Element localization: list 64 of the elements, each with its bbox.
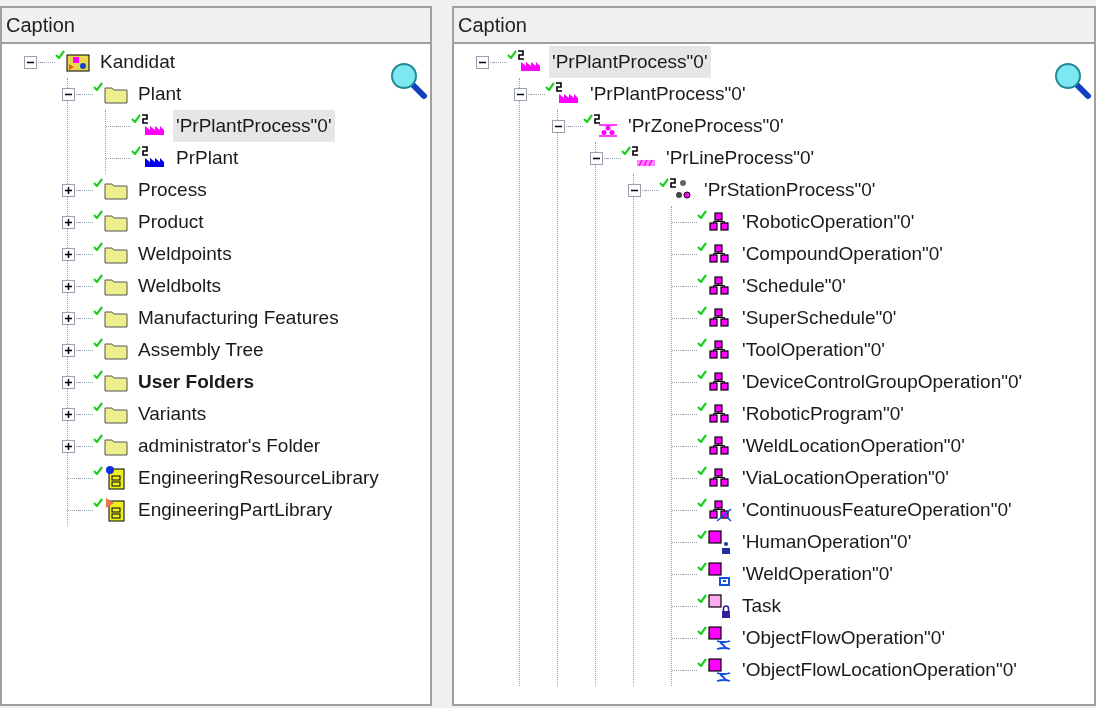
collapse-button[interactable] (627, 183, 641, 197)
tree-item[interactable]: Kandidat (97, 45, 178, 79)
plus-icon (63, 281, 73, 291)
expand-button[interactable] (61, 375, 75, 389)
plus-icon (63, 313, 73, 323)
search-icon[interactable] (1052, 60, 1092, 100)
collapse-button[interactable] (475, 55, 489, 69)
plus-icon (63, 377, 73, 387)
collapse-button[interactable] (551, 119, 565, 133)
plus-icon (63, 249, 73, 259)
collapse-button[interactable] (61, 87, 75, 101)
plus-icon (63, 217, 73, 227)
tree-item[interactable]: 'DeviceControlGroupOperation"0' (739, 365, 1026, 399)
expand-button[interactable] (61, 311, 75, 325)
tree-item[interactable]: 'PrLineProcess"0' (663, 141, 818, 175)
collapse-button[interactable] (23, 55, 37, 69)
tree-item[interactable]: 'CompoundOperation"0' (739, 237, 946, 271)
tree-item[interactable]: 'PrPlantProcess"0' (549, 45, 711, 79)
tree-item[interactable]: 'RoboticProgram"0' (739, 397, 907, 431)
tree-item[interactable]: Product (135, 205, 207, 239)
tree-item[interactable]: 'ObjectFlowLocationOperation"0' (739, 653, 1020, 687)
tree-item[interactable]: User Folders (135, 365, 258, 399)
plus-icon (63, 345, 73, 355)
tree-item[interactable]: 'ViaLocationOperation"0' (739, 461, 952, 495)
tree-item[interactable]: PrPlant (173, 141, 242, 175)
tree-item[interactable]: 'PrStationProcess"0' (701, 173, 879, 207)
tree-item[interactable]: 'WeldOperation"0' (739, 557, 896, 591)
expand-button[interactable] (61, 183, 75, 197)
expand-button[interactable] (61, 439, 75, 453)
collapse-button[interactable] (513, 87, 527, 101)
tree-item[interactable]: Process (135, 173, 210, 207)
plus-icon (63, 441, 73, 451)
tree-item[interactable]: EngineeringPartLibrary (135, 493, 336, 527)
tree-item[interactable]: 'PrPlantProcess"0' (173, 109, 335, 143)
tree-item[interactable]: administrator's Folder (135, 429, 324, 463)
tree-item[interactable]: 'PrZoneProcess"0' (625, 109, 787, 143)
tree-item[interactable]: Manufacturing Features (135, 301, 342, 335)
tree-item[interactable]: 'HumanOperation"0' (739, 525, 915, 559)
plus-icon (63, 185, 73, 195)
tree-item[interactable]: 'WeldLocationOperation"0' (739, 429, 968, 463)
tree-item[interactable]: 'RoboticOperation"0' (739, 205, 918, 239)
tree-item[interactable]: Weldbolts (135, 269, 225, 303)
expand-button[interactable] (61, 279, 75, 293)
tree-item[interactable]: Weldpoints (135, 237, 235, 271)
tree-item[interactable]: 'ContinuousFeatureOperation"0' (739, 493, 1015, 527)
tree-item[interactable]: 'ToolOperation"0' (739, 333, 888, 367)
expand-button[interactable] (61, 247, 75, 261)
tree-item[interactable]: 'Schedule"0' (739, 269, 849, 303)
plus-icon (63, 409, 73, 419)
expand-button[interactable] (61, 407, 75, 421)
tree-item[interactable]: 'SuperSchedule"0' (739, 301, 900, 335)
tree-item[interactable]: 'ObjectFlowOperation"0' (739, 621, 949, 655)
tree-item[interactable]: Plant (135, 77, 185, 111)
expand-button[interactable] (61, 343, 75, 357)
tree-item[interactable]: EngineeringResourceLibrary (135, 461, 382, 495)
column-header[interactable]: Caption (2, 8, 430, 44)
column-header[interactable]: Caption (454, 8, 1094, 44)
tree-item[interactable]: Variants (135, 397, 210, 431)
expand-button[interactable] (61, 215, 75, 229)
tree-item[interactable]: Assembly Tree (135, 333, 267, 367)
search-icon[interactable] (388, 60, 428, 100)
collapse-button[interactable] (589, 151, 603, 165)
tree-item[interactable]: 'PrPlantProcess"0' (587, 77, 749, 111)
tree-item[interactable]: Task (739, 589, 785, 623)
